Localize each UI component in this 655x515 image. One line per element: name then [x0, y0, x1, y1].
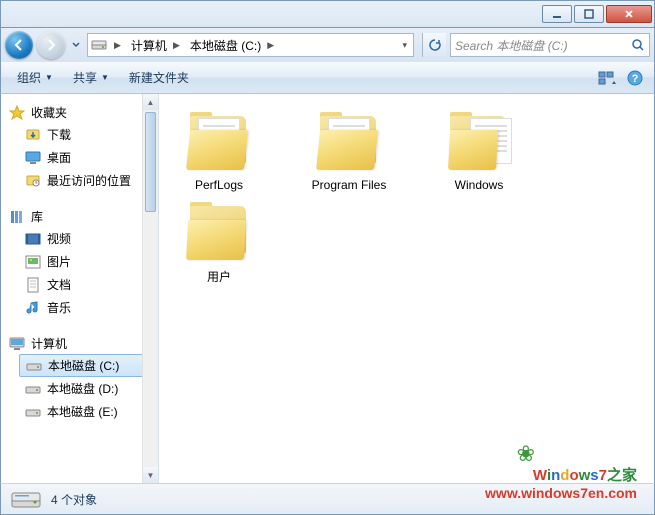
sidebar-item-downloads[interactable]: 下载: [1, 123, 158, 146]
music-icon: [25, 300, 41, 316]
folder-program-files[interactable]: Program Files: [299, 112, 399, 192]
minimize-button[interactable]: [542, 5, 572, 23]
sidebar: 收藏夹 下载 桌面 最近访问的位置 库 视频 图片 文档 音乐 计算机 本地磁盘…: [1, 94, 159, 483]
status-count: 4 个对象: [51, 491, 97, 508]
chevron-right-icon[interactable]: ▶: [169, 40, 184, 51]
toolbar: 组织▼ 共享▼ 新建文件夹 ?: [0, 62, 655, 94]
sidebar-computer-header[interactable]: 计算机: [1, 333, 158, 354]
search-icon: [631, 38, 645, 52]
folder-icon: [184, 112, 254, 172]
drive-icon: [88, 37, 110, 53]
chevron-right-icon[interactable]: ▶: [110, 40, 125, 51]
sidebar-libraries-header[interactable]: 库: [1, 206, 158, 227]
folder-perflogs[interactable]: PerfLogs: [169, 112, 269, 192]
nav-bar: ▶ 计算机 ▶ 本地磁盘 (C:) ▶ ▾ Search 本地磁盘 (C:): [0, 28, 655, 62]
sidebar-favorites-header[interactable]: 收藏夹: [1, 102, 158, 123]
sidebar-item-recent[interactable]: 最近访问的位置: [1, 169, 158, 192]
folder-icon: [184, 202, 254, 262]
videos-icon: [25, 231, 41, 247]
drive-icon: [25, 404, 41, 420]
sidebar-item-pictures[interactable]: 图片: [1, 250, 158, 273]
folder-label: Windows: [455, 178, 504, 192]
folder-content[interactable]: PerfLogs Program Files Windows 用户: [159, 94, 654, 483]
folder-windows[interactable]: Windows: [429, 112, 529, 192]
search-input[interactable]: Search 本地磁盘 (C:): [450, 33, 650, 57]
watermark-leaf-icon: ❀: [517, 441, 535, 467]
folder-icon: [314, 112, 384, 172]
folder-label: Program Files: [312, 178, 387, 192]
breadcrumb-computer[interactable]: 计算机: [125, 34, 169, 56]
documents-icon: [25, 277, 41, 293]
main-area: 收藏夹 下载 桌面 最近访问的位置 库 视频 图片 文档 音乐 计算机 本地磁盘…: [0, 94, 655, 483]
new-folder-button[interactable]: 新建文件夹: [119, 65, 199, 90]
maximize-button[interactable]: [574, 5, 604, 23]
sidebar-scrollbar[interactable]: ▲ ▼: [142, 94, 158, 483]
recent-icon: [25, 173, 41, 189]
organize-menu[interactable]: 组织▼: [7, 65, 63, 90]
breadcrumb-drive-c[interactable]: 本地磁盘 (C:): [184, 34, 263, 56]
folder-label: PerfLogs: [195, 178, 243, 192]
sidebar-item-desktop[interactable]: 桌面: [1, 146, 158, 169]
drive-icon: [25, 381, 41, 397]
folder-users[interactable]: 用户: [169, 202, 269, 285]
libraries-icon: [9, 209, 25, 225]
chevron-right-icon[interactable]: ▶: [263, 40, 278, 51]
sidebar-item-documents[interactable]: 文档: [1, 273, 158, 296]
svg-text:?: ?: [632, 73, 639, 85]
status-bar: 4 个对象: [0, 483, 655, 515]
address-bar[interactable]: ▶ 计算机 ▶ 本地磁盘 (C:) ▶ ▾: [87, 33, 414, 57]
drive-icon: [26, 358, 42, 374]
help-button[interactable]: ?: [622, 66, 648, 90]
sidebar-item-drive-e[interactable]: 本地磁盘 (E:): [1, 400, 158, 423]
sidebar-item-videos[interactable]: 视频: [1, 227, 158, 250]
sidebar-item-drive-c[interactable]: 本地磁盘 (C:): [19, 354, 156, 377]
forward-button[interactable]: [37, 31, 65, 59]
folder-label: 用户: [207, 268, 231, 285]
refresh-button[interactable]: [422, 33, 446, 57]
sidebar-item-drive-d[interactable]: 本地磁盘 (D:): [1, 377, 158, 400]
computer-icon: [9, 336, 25, 352]
desktop-icon: [25, 150, 41, 166]
view-options-button[interactable]: [594, 66, 620, 90]
address-dropdown[interactable]: ▾: [396, 40, 413, 51]
downloads-icon: [25, 127, 41, 143]
titlebar: [0, 0, 655, 28]
drive-icon: [11, 487, 41, 511]
share-menu[interactable]: 共享▼: [63, 65, 119, 90]
star-icon: [9, 105, 25, 121]
close-button[interactable]: [606, 5, 652, 23]
folder-icon: [444, 112, 514, 172]
scroll-up-button[interactable]: ▲: [143, 94, 158, 110]
back-button[interactable]: [5, 31, 33, 59]
search-placeholder: Search 本地磁盘 (C:): [455, 37, 568, 54]
scroll-down-button[interactable]: ▼: [143, 467, 158, 483]
sidebar-item-music[interactable]: 音乐: [1, 296, 158, 319]
scroll-thumb[interactable]: [145, 112, 156, 212]
pictures-icon: [25, 254, 41, 270]
nav-history-dropdown[interactable]: [69, 41, 83, 49]
